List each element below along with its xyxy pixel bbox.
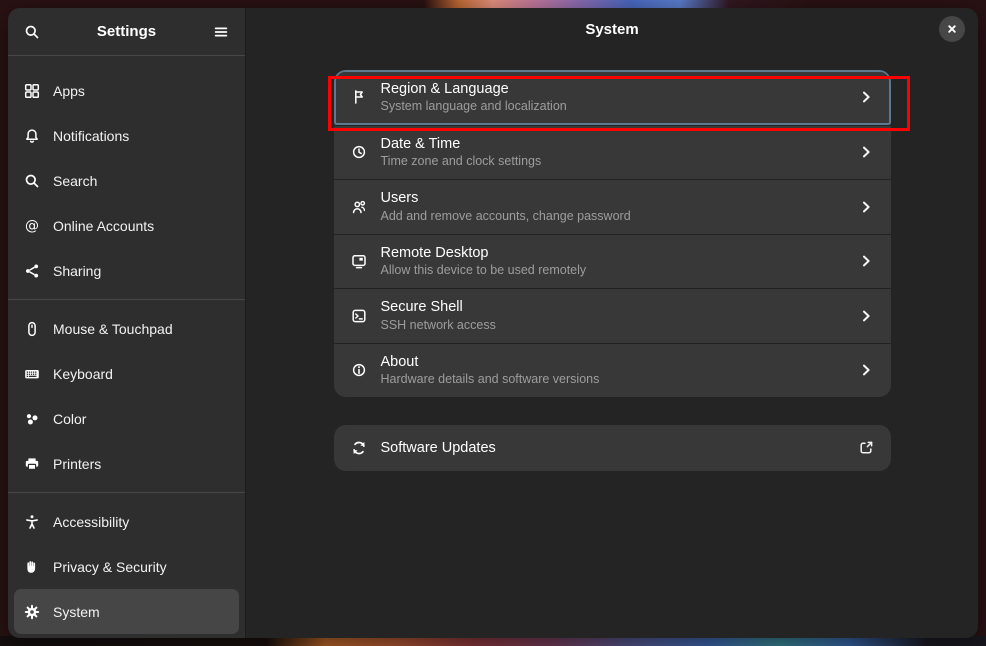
row-subtitle: Time zone and clock settings <box>381 154 844 168</box>
sidebar-item-notifications[interactable]: Notifications <box>14 113 239 158</box>
search-icon <box>24 173 40 189</box>
settings-row-about[interactable]: About Hardware details and software vers… <box>334 343 891 398</box>
at-symbol-icon: @ <box>24 218 40 234</box>
row-subtitle: Allow this device to be used remotely <box>381 263 844 277</box>
terminal-icon <box>351 308 367 324</box>
sidebar-item-mouse-touchpad[interactable]: Mouse & Touchpad <box>14 306 239 351</box>
sidebar-item-label: Printers <box>53 456 101 472</box>
settings-row-software-updates[interactable]: Software Updates <box>334 425 891 471</box>
sidebar-item-label: Online Accounts <box>53 218 154 234</box>
info-icon <box>351 362 367 378</box>
row-subtitle: System language and localization <box>381 99 844 113</box>
refresh-icon <box>351 440 367 456</box>
row-title: Software Updates <box>381 440 844 457</box>
system-settings-card: Region & Language System language and lo… <box>334 70 891 397</box>
chevron-right-icon <box>858 199 874 215</box>
printer-icon <box>24 456 40 472</box>
settings-row-remote-desktop[interactable]: Remote Desktop Allow this device to be u… <box>334 234 891 289</box>
sidebar: Settings Apps Notifications Search @ Onl… <box>8 8 246 638</box>
sidebar-item-keyboard[interactable]: Keyboard <box>14 351 239 396</box>
row-subtitle: Hardware details and software versions <box>381 372 844 386</box>
row-title: Secure Shell <box>381 299 844 316</box>
page-title: System <box>585 21 638 38</box>
sidebar-item-label: Apps <box>53 83 85 99</box>
close-icon <box>944 21 960 37</box>
row-title: Users <box>381 190 844 207</box>
sidebar-item-label: Notifications <box>53 128 129 144</box>
sidebar-headerbar: Settings <box>8 8 245 55</box>
sidebar-item-sharing[interactable]: Sharing <box>14 248 239 293</box>
chevron-right-icon <box>858 308 874 324</box>
row-subtitle: SSH network access <box>381 318 844 332</box>
sidebar-item-label: Keyboard <box>53 366 113 382</box>
row-subtitle: Add and remove accounts, change password <box>381 209 844 223</box>
main-menu-button[interactable] <box>205 16 237 48</box>
settings-row-users[interactable]: Users Add and remove accounts, change pa… <box>334 179 891 234</box>
search-button[interactable] <box>16 16 48 48</box>
settings-row-secure-shell[interactable]: Secure Shell SSH network access <box>334 288 891 343</box>
settings-row-date-time[interactable]: Date & Time Time zone and clock settings <box>334 125 891 180</box>
sidebar-item-label: Mouse & Touchpad <box>53 321 173 337</box>
gear-icon <box>24 604 40 620</box>
chevron-right-icon <box>858 144 874 160</box>
svg-text:@: @ <box>25 218 39 234</box>
sidebar-nav: Apps Notifications Search @ Online Accou… <box>8 56 245 638</box>
content-headerbar: System <box>246 8 978 55</box>
sidebar-group-separator <box>8 492 245 493</box>
sidebar-item-label: Accessibility <box>53 514 129 530</box>
sidebar-title: Settings <box>48 23 205 40</box>
sidebar-item-label: Privacy & Security <box>53 559 167 575</box>
remote-desktop-icon <box>351 253 367 269</box>
sidebar-item-apps[interactable]: Apps <box>14 68 239 113</box>
settings-window: Settings Apps Notifications Search @ Onl… <box>8 8 978 638</box>
share-icon <box>24 263 40 279</box>
software-updates-card: Software Updates <box>334 425 891 471</box>
sidebar-item-system[interactable]: System <box>14 589 239 634</box>
sidebar-item-search[interactable]: Search <box>14 158 239 203</box>
clock-icon <box>351 144 367 160</box>
apps-grid-icon <box>24 83 40 99</box>
sidebar-item-label: System <box>53 604 100 620</box>
content-body: Region & Language System language and lo… <box>246 55 978 638</box>
hamburger-menu-icon <box>213 24 229 40</box>
sidebar-item-accessibility[interactable]: Accessibility <box>14 499 239 544</box>
row-title: Date & Time <box>381 136 844 153</box>
close-button[interactable] <box>939 16 965 42</box>
mouse-icon <box>24 321 40 337</box>
sidebar-item-label: Sharing <box>53 263 101 279</box>
flag-icon <box>351 89 367 105</box>
settings-row-region-language[interactable]: Region & Language System language and lo… <box>334 70 891 125</box>
chevron-right-icon <box>858 362 874 378</box>
sidebar-item-privacy-security[interactable]: Privacy & Security <box>14 544 239 589</box>
sidebar-item-printers[interactable]: Printers <box>14 441 239 486</box>
keyboard-icon <box>24 366 40 382</box>
color-profiles-icon <box>24 411 40 427</box>
raised-hand-icon <box>24 559 40 575</box>
bell-icon <box>24 128 40 144</box>
row-title: About <box>381 354 844 371</box>
chevron-right-icon <box>858 253 874 269</box>
sidebar-item-label: Search <box>53 173 97 189</box>
users-icon <box>351 199 367 215</box>
accessibility-icon <box>24 514 40 530</box>
row-title: Region & Language <box>381 81 844 98</box>
content-pane: System Region & Language System language… <box>246 8 978 638</box>
sidebar-item-online-accounts[interactable]: @ Online Accounts <box>14 203 239 248</box>
row-title: Remote Desktop <box>381 245 844 262</box>
external-link-icon <box>858 440 874 456</box>
search-icon <box>24 24 40 40</box>
chevron-right-icon <box>858 89 874 105</box>
sidebar-item-label: Color <box>53 411 86 427</box>
sidebar-item-color[interactable]: Color <box>14 396 239 441</box>
sidebar-group-separator <box>8 299 245 300</box>
